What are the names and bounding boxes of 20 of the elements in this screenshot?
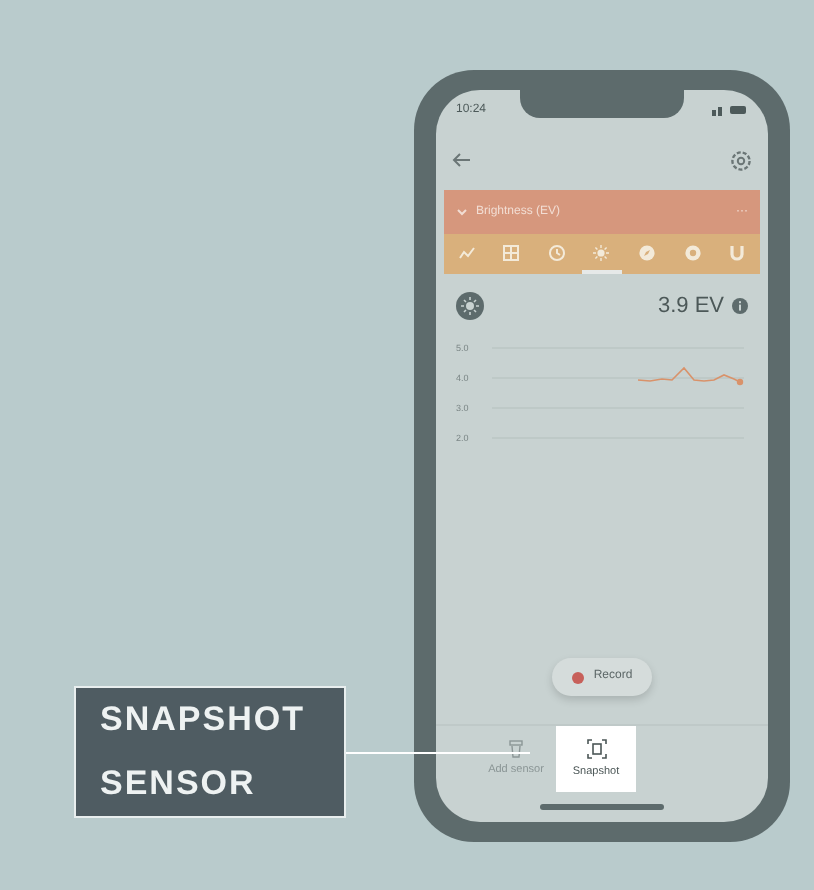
settings-icon[interactable] — [730, 149, 752, 171]
sensor-badge-icon[interactable] — [456, 292, 484, 321]
clock-icon — [547, 243, 566, 261]
chevron-icon[interactable] — [456, 208, 468, 216]
record-dot-icon — [571, 671, 584, 683]
info-icon[interactable] — [732, 298, 748, 315]
callout-label: SNAPSHOT SENSOR — [74, 686, 346, 818]
sensor-icon — [508, 739, 524, 758]
line-graph-icon — [457, 243, 476, 261]
home-indicator — [540, 804, 664, 810]
snapshot-icon — [585, 737, 607, 760]
grid-icon — [502, 243, 521, 261]
status-icons — [712, 104, 748, 116]
back-arrow-icon[interactable] — [452, 152, 472, 168]
magnet-icon — [728, 243, 747, 261]
ring-icon — [683, 243, 702, 261]
reading-value: 3.9 EV — [657, 292, 724, 322]
sun-icon — [592, 243, 611, 261]
compass-icon — [638, 243, 657, 261]
sparkline — [637, 365, 744, 385]
